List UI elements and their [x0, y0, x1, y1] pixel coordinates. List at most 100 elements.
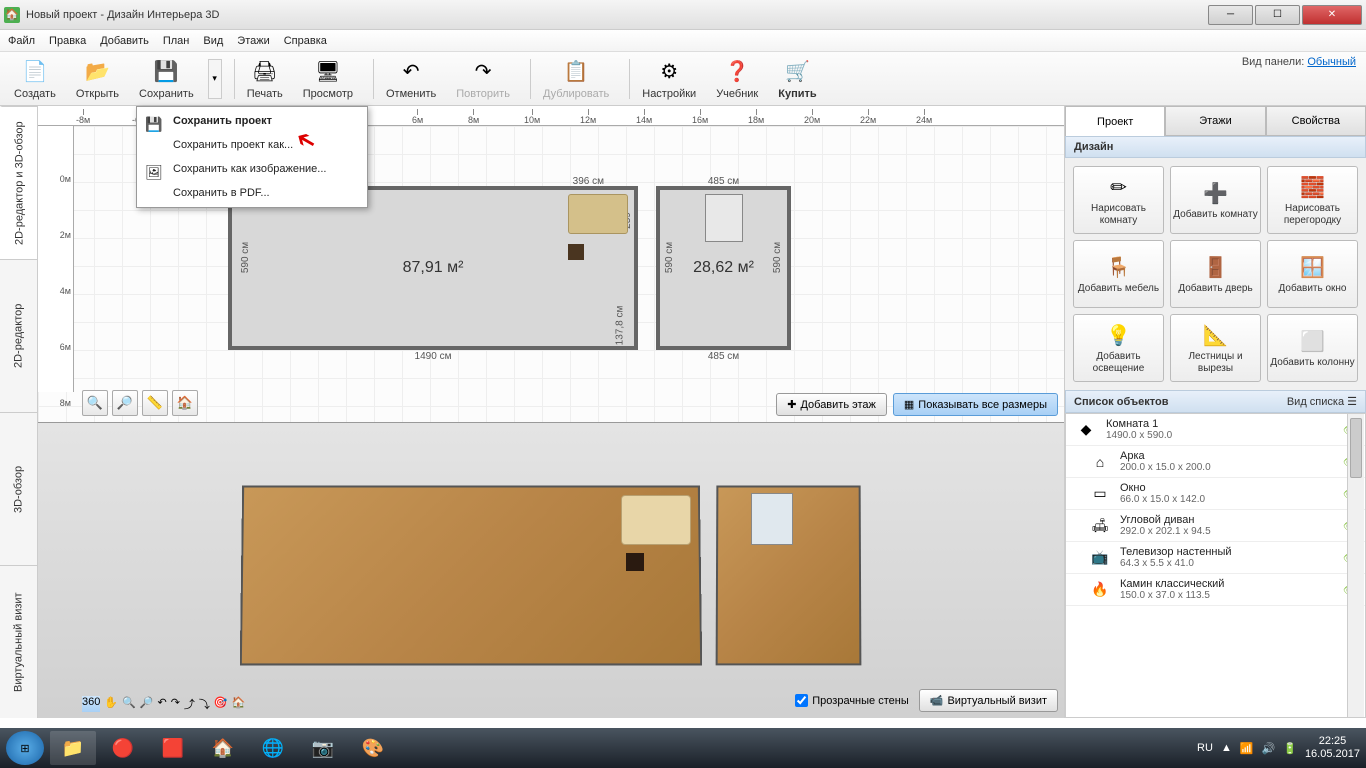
tilt-down-button[interactable]: ⤵: [199, 696, 210, 712]
left-tab-2[interactable]: 3D-обзор: [0, 412, 37, 565]
toolbar-открыть-button[interactable]: 📂Открыть: [70, 56, 125, 102]
left-tab-3[interactable]: Виртуальный визит: [0, 565, 37, 718]
start-button[interactable]: ⊞: [6, 731, 44, 765]
design-btn-добавить-мебель[interactable]: 🪑Добавить мебель: [1073, 240, 1164, 308]
home-3d-button[interactable]: 🏠: [232, 696, 246, 712]
taskbar: ⊞ 📁 🔴 🟥 🏠 🌐 📷 🎨 RU ▲ 📶 🔊 🔋 22:25 16.05.2…: [0, 728, 1366, 768]
toolbar-сохранить-button[interactable]: 💾Сохранить: [133, 56, 200, 102]
dim-label: 590 см: [772, 242, 783, 273]
menu-файл[interactable]: Файл: [8, 35, 35, 47]
design-btn-добавить-освещение[interactable]: 💡Добавить освещение: [1073, 314, 1164, 382]
rotate-left-button[interactable]: ↶: [157, 696, 166, 712]
show-dims-button[interactable]: ▦ Показывать все размеры: [893, 393, 1058, 416]
zoom-out-button[interactable]: 🔍: [82, 390, 108, 416]
toolbar-купить-button[interactable]: 🛒Купить: [772, 56, 822, 102]
furniture-tv-icon[interactable]: [568, 244, 584, 260]
virtual-tour-button[interactable]: 📹 Виртуальный визит: [919, 689, 1058, 712]
zoom-in-button[interactable]: 🔎: [112, 390, 138, 416]
tray-clock[interactable]: 22:25 16.05.2017: [1305, 735, 1360, 761]
save-menu-item[interactable]: Сохранить проект как...: [137, 133, 367, 157]
design-btn-добавить-окно[interactable]: 🪟Добавить окно: [1267, 240, 1358, 308]
app-taskbar-icon[interactable]: 🏠: [200, 731, 246, 765]
panel-mode-link[interactable]: Обычный: [1307, 56, 1356, 68]
save-menu-item[interactable]: Сохранить в PDF...: [137, 181, 367, 205]
save-dropdown-button[interactable]: ▾: [208, 59, 222, 99]
room-1[interactable]: 87,91 м² 396 см 1490 см 590 см 137,8 см …: [228, 186, 638, 350]
room-2[interactable]: 28,62 м² 485 см 485 см 590 см 590 см: [656, 186, 791, 350]
pan-button[interactable]: ✋: [104, 696, 118, 712]
toolbar-печать-button[interactable]: 🖨Печать: [241, 56, 289, 102]
left-tab-1[interactable]: 2D-редактор: [0, 259, 37, 412]
zoom-out-3d-button[interactable]: 🔍: [122, 696, 136, 712]
toolbar-настройки-button[interactable]: ⚙Настройки: [636, 56, 702, 102]
ruler-tick: 16м: [692, 109, 708, 125]
target-button[interactable]: 🎯: [214, 696, 228, 712]
tray-battery-icon[interactable]: 🔋: [1283, 742, 1297, 755]
furniture-sofa-icon[interactable]: [568, 194, 628, 234]
object-item[interactable]: 🛋Угловой диван292.0 x 202.1 x 94.5👁: [1066, 510, 1365, 542]
tilt-up-button[interactable]: ⤴: [184, 696, 195, 712]
toolbar-separator: [530, 59, 531, 99]
viewer-icon[interactable]: 📷: [300, 731, 346, 765]
design-icon: 📐: [1202, 321, 1230, 349]
tray-flag-icon[interactable]: ▲: [1221, 742, 1232, 754]
home-button[interactable]: 🏠: [172, 390, 198, 416]
save-menu-item[interactable]: 💾Сохранить проект: [137, 109, 367, 133]
objects-view-toggle[interactable]: Вид списка ☰: [1287, 395, 1357, 408]
rotate-right-button[interactable]: ↷: [171, 696, 180, 712]
отменить-icon: ↶: [397, 58, 425, 86]
3d-view-area[interactable]: 360 ✋ 🔍 🔎 ↶ ↷ ⤴ ⤵ 🎯 🏠 Прозрачные стены 📹…: [38, 422, 1064, 718]
menu-план[interactable]: План: [163, 35, 190, 47]
design-btn-нарисовать-перегородку[interactable]: 🧱Нарисовать перегородку: [1267, 166, 1358, 234]
design-btn-добавить-колонну[interactable]: ⬜Добавить колонну: [1267, 314, 1358, 382]
window-title: Новый проект - Дизайн Интерьера 3D: [26, 9, 1208, 21]
design-btn-нарисовать-комнату[interactable]: ✏Нарисовать комнату: [1073, 166, 1164, 234]
ruler-tick: 20м: [804, 109, 820, 125]
maximize-button[interactable]: ☐: [1255, 5, 1300, 25]
right-tab-этажи[interactable]: Этажи: [1165, 106, 1265, 136]
toolbar-создать-button[interactable]: 📄Создать: [8, 56, 62, 102]
yandex-icon[interactable]: 🔴: [100, 731, 146, 765]
menu-правка[interactable]: Правка: [49, 35, 86, 47]
menu-этажи[interactable]: Этажи: [237, 35, 269, 47]
object-item[interactable]: 🔥Камин классический150.0 x 37.0 x 113.5👁: [1066, 574, 1365, 606]
close-button[interactable]: ✕: [1302, 5, 1362, 25]
right-tab-проект[interactable]: Проект: [1065, 106, 1165, 136]
right-tab-свойства[interactable]: Свойства: [1266, 106, 1366, 136]
object-item[interactable]: ⌂Арка200.0 x 15.0 x 200.0👁: [1066, 446, 1365, 478]
tray-volume-icon[interactable]: 🔊: [1262, 742, 1276, 755]
minimize-button[interactable]: ─: [1208, 5, 1253, 25]
furniture-bed-icon[interactable]: [705, 194, 743, 242]
toolbar-отменить-button[interactable]: ↶Отменить: [380, 56, 442, 102]
toolbar-просмотр-button[interactable]: 🖥Просмотр: [297, 56, 359, 102]
object-icon: ▭: [1086, 483, 1114, 505]
scrollbar[interactable]: [1347, 414, 1364, 717]
tray-network-icon[interactable]: 📶: [1240, 742, 1254, 755]
measure-button[interactable]: 📏: [142, 390, 168, 416]
toolbar-separator: [373, 59, 374, 99]
design-icon: 🧱: [1299, 173, 1327, 201]
zoom-in-3d-button[interactable]: 🔎: [140, 696, 154, 712]
menu-справка[interactable]: Справка: [284, 35, 327, 47]
transparent-walls-checkbox[interactable]: Прозрачные стены: [795, 694, 908, 707]
купить-icon: 🛒: [783, 58, 811, 86]
language-indicator[interactable]: RU: [1197, 742, 1213, 754]
add-floor-button[interactable]: ✚ Добавить этаж: [776, 393, 887, 416]
chrome-icon[interactable]: 🌐: [250, 731, 296, 765]
left-tab-0[interactable]: 2D-редактор и 3D-обзор: [0, 106, 37, 259]
save-menu-item[interactable]: 🖼Сохранить как изображение...: [137, 157, 367, 181]
toolbar-учебник-button[interactable]: ❓Учебник: [710, 56, 764, 102]
explorer-icon[interactable]: 📁: [50, 731, 96, 765]
design-btn-добавить-комнату[interactable]: ➕Добавить комнату: [1170, 166, 1261, 234]
3d-model: [241, 475, 861, 667]
menu-добавить[interactable]: Добавить: [100, 35, 149, 47]
orbit-button[interactable]: 360: [82, 696, 100, 712]
design-btn-лестницы-и-вырезы[interactable]: 📐Лестницы и вырезы: [1170, 314, 1261, 382]
menu-вид[interactable]: Вид: [203, 35, 223, 47]
paint-icon[interactable]: 🎨: [350, 731, 396, 765]
yandex-browser-icon[interactable]: 🟥: [150, 731, 196, 765]
object-item[interactable]: ◆Комната 11490.0 x 590.0👁: [1066, 414, 1365, 446]
object-item[interactable]: ▭Окно66.0 x 15.0 x 142.0👁: [1066, 478, 1365, 510]
design-btn-добавить-дверь[interactable]: 🚪Добавить дверь: [1170, 240, 1261, 308]
object-item[interactable]: 📺Телевизор настенный64.3 x 5.5 x 41.0👁: [1066, 542, 1365, 574]
